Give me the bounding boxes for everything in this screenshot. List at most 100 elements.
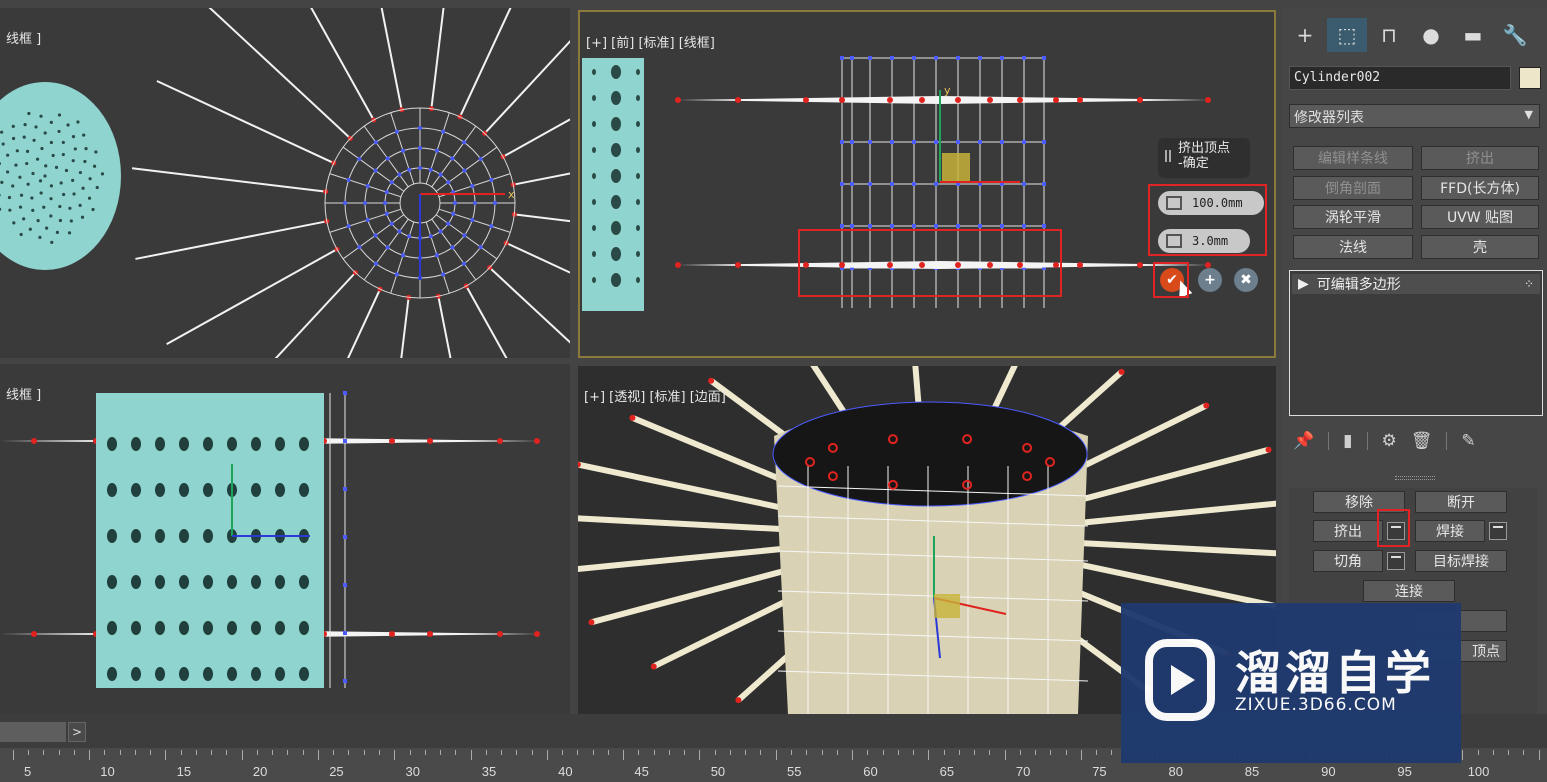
configure-sets-icon[interactable]: ✎ bbox=[1461, 431, 1475, 451]
shell-button[interactable]: 壳 bbox=[1421, 235, 1539, 259]
caddy-width-value[interactable]: 3.0mm bbox=[1192, 234, 1228, 248]
modifier-list-dropdown[interactable]: 修改器列表 ▼ bbox=[1289, 104, 1540, 128]
caddy-height-spinner[interactable]: 100.0mm bbox=[1158, 191, 1264, 215]
remove-vertex-button[interactable]: 移除 bbox=[1313, 491, 1405, 513]
hole bbox=[251, 437, 261, 451]
vertex-point bbox=[394, 272, 399, 277]
rollout-grip[interactable] bbox=[1395, 476, 1435, 480]
timeline-tick-mark bbox=[974, 750, 976, 755]
make-unique-icon[interactable]: ⚙ bbox=[1382, 431, 1397, 451]
stack-item-editable-poly[interactable]: ▶ 可编辑多边形 ⁘ bbox=[1292, 274, 1540, 294]
hole bbox=[31, 208, 35, 212]
vertex-point bbox=[868, 182, 872, 186]
hole bbox=[44, 164, 48, 168]
connect-button[interactable]: 连接 bbox=[1363, 580, 1455, 602]
viewport-label[interactable]: 线框 ] bbox=[6, 384, 41, 403]
timeline-tick-mark bbox=[1492, 750, 1494, 755]
object-color-swatch[interactable] bbox=[1519, 67, 1541, 89]
hole bbox=[7, 195, 12, 200]
viewport-label[interactable]: [+] [透视] [标准] [边面] bbox=[584, 386, 726, 405]
weld-settings-icon[interactable] bbox=[1489, 522, 1507, 540]
vertex-point bbox=[497, 631, 503, 637]
hole bbox=[8, 208, 12, 212]
vertex-point bbox=[1022, 56, 1026, 60]
vertex-point bbox=[394, 129, 399, 134]
left-vertices bbox=[329, 391, 347, 688]
timeline-tick-mark bbox=[1508, 750, 1510, 755]
viewport-label[interactable]: 线框 ] bbox=[6, 28, 41, 47]
viewport-top[interactable]: x 线框 ] bbox=[0, 8, 570, 358]
vertex-point bbox=[890, 182, 894, 186]
hierarchy-tab-icon[interactable]: ⊓ bbox=[1369, 18, 1409, 52]
extrude-settings-icon[interactable] bbox=[1387, 522, 1405, 540]
turbosmooth-button[interactable]: 涡轮平滑 bbox=[1293, 205, 1413, 229]
ffd-box-button[interactable]: FFD(长方体) bbox=[1421, 176, 1539, 200]
timeline-tick-mark bbox=[195, 750, 197, 755]
extrude-vertex-button[interactable]: 挤出 bbox=[1313, 520, 1383, 542]
hole bbox=[32, 138, 36, 142]
vertex-point bbox=[489, 224, 494, 229]
modifier-stack[interactable]: ▶ 可编辑多边形 ⁘ bbox=[1289, 270, 1543, 416]
edit-spline-button[interactable]: 编辑样条线 bbox=[1293, 146, 1413, 170]
display-tab-icon[interactable]: ▬ bbox=[1453, 18, 1493, 52]
hole bbox=[0, 180, 4, 184]
vertex-point bbox=[803, 262, 809, 268]
timeline-tick-mark bbox=[1462, 750, 1464, 760]
vertex-point bbox=[956, 224, 960, 228]
create-tab-icon[interactable]: + bbox=[1285, 18, 1325, 52]
chamfer-vertex-button[interactable]: 切角 bbox=[1313, 550, 1383, 572]
stack-options-icon[interactable]: ⁘ bbox=[1524, 277, 1534, 291]
modify-tab-icon[interactable]: ⬚ bbox=[1327, 18, 1367, 52]
hole bbox=[227, 667, 237, 681]
hole bbox=[80, 215, 85, 219]
timeline-tick-mark bbox=[1019, 750, 1021, 755]
hole bbox=[57, 113, 62, 117]
utilities-tab-icon[interactable]: 🔧 bbox=[1495, 18, 1535, 52]
viewport-front[interactable]: y [+] [前] [标准] [线框] bbox=[578, 10, 1276, 358]
break-vertex-button[interactable]: 断开 bbox=[1415, 491, 1507, 513]
uvw-map-button[interactable]: UVW 贴图 bbox=[1421, 205, 1539, 229]
vertex-point bbox=[887, 262, 893, 268]
bevel-profile-button[interactable]: 倒角剖面 bbox=[1293, 176, 1413, 200]
viewport-label[interactable]: [+] [前] [标准] [线框] bbox=[586, 32, 715, 51]
normal-button[interactable]: 法线 bbox=[1293, 235, 1413, 259]
vertex-point bbox=[934, 182, 938, 186]
hole bbox=[275, 667, 285, 681]
caddy-height-value[interactable]: 100.0mm bbox=[1192, 196, 1243, 210]
caddy-cancel-icon[interactable]: ✖ bbox=[1234, 268, 1258, 292]
motion-tab-icon[interactable]: ● bbox=[1411, 18, 1451, 52]
vertex-point bbox=[31, 438, 37, 444]
spike-bar bbox=[678, 261, 1208, 269]
hole bbox=[107, 437, 117, 451]
caddy-width-spinner[interactable]: 3.0mm bbox=[1158, 229, 1250, 253]
caddy-drag-handle[interactable] bbox=[1165, 150, 1171, 162]
remove-modifier-icon[interactable]: 🗑 bbox=[1411, 431, 1433, 451]
show-end-result-icon[interactable]: ▮ bbox=[1343, 431, 1352, 451]
vertex-point bbox=[735, 97, 741, 103]
weld-vertex-button[interactable]: 焊接 bbox=[1415, 520, 1485, 542]
time-slider[interactable] bbox=[0, 722, 66, 742]
target-weld-button[interactable]: 目标焊接 bbox=[1415, 550, 1507, 572]
hole bbox=[611, 273, 621, 287]
hole bbox=[25, 161, 29, 166]
vertex-point bbox=[1042, 182, 1046, 186]
chamfer-settings-icon[interactable] bbox=[1387, 552, 1405, 570]
extrude-modifier-button[interactable]: 挤出 bbox=[1421, 146, 1539, 170]
spike-line bbox=[131, 167, 326, 193]
cylinder-opening bbox=[772, 401, 1088, 507]
caddy-apply-icon[interactable]: + bbox=[1198, 268, 1222, 292]
spike-3d bbox=[1077, 500, 1276, 527]
hole bbox=[18, 175, 22, 179]
object-name-field[interactable]: Cylinder002 bbox=[1289, 66, 1511, 90]
stack-toolbar: 📌 ▮ ⚙ 🗑 ✎ bbox=[1293, 428, 1533, 454]
viewport-left[interactable]: 线框 ] bbox=[0, 364, 570, 714]
timeline-tick-mark bbox=[348, 750, 350, 755]
expand-arrow-icon[interactable]: ▶ bbox=[1298, 276, 1309, 292]
pin-stack-icon[interactable]: 📌 bbox=[1293, 431, 1314, 451]
timeline-tick-label: 10 bbox=[100, 764, 115, 779]
vertex-point bbox=[418, 126, 422, 130]
hole bbox=[251, 621, 261, 635]
hole bbox=[92, 164, 97, 168]
caddy-title[interactable]: 挤出顶点 -确定 bbox=[1158, 138, 1250, 178]
next-frame-button[interactable]: > bbox=[68, 722, 86, 742]
